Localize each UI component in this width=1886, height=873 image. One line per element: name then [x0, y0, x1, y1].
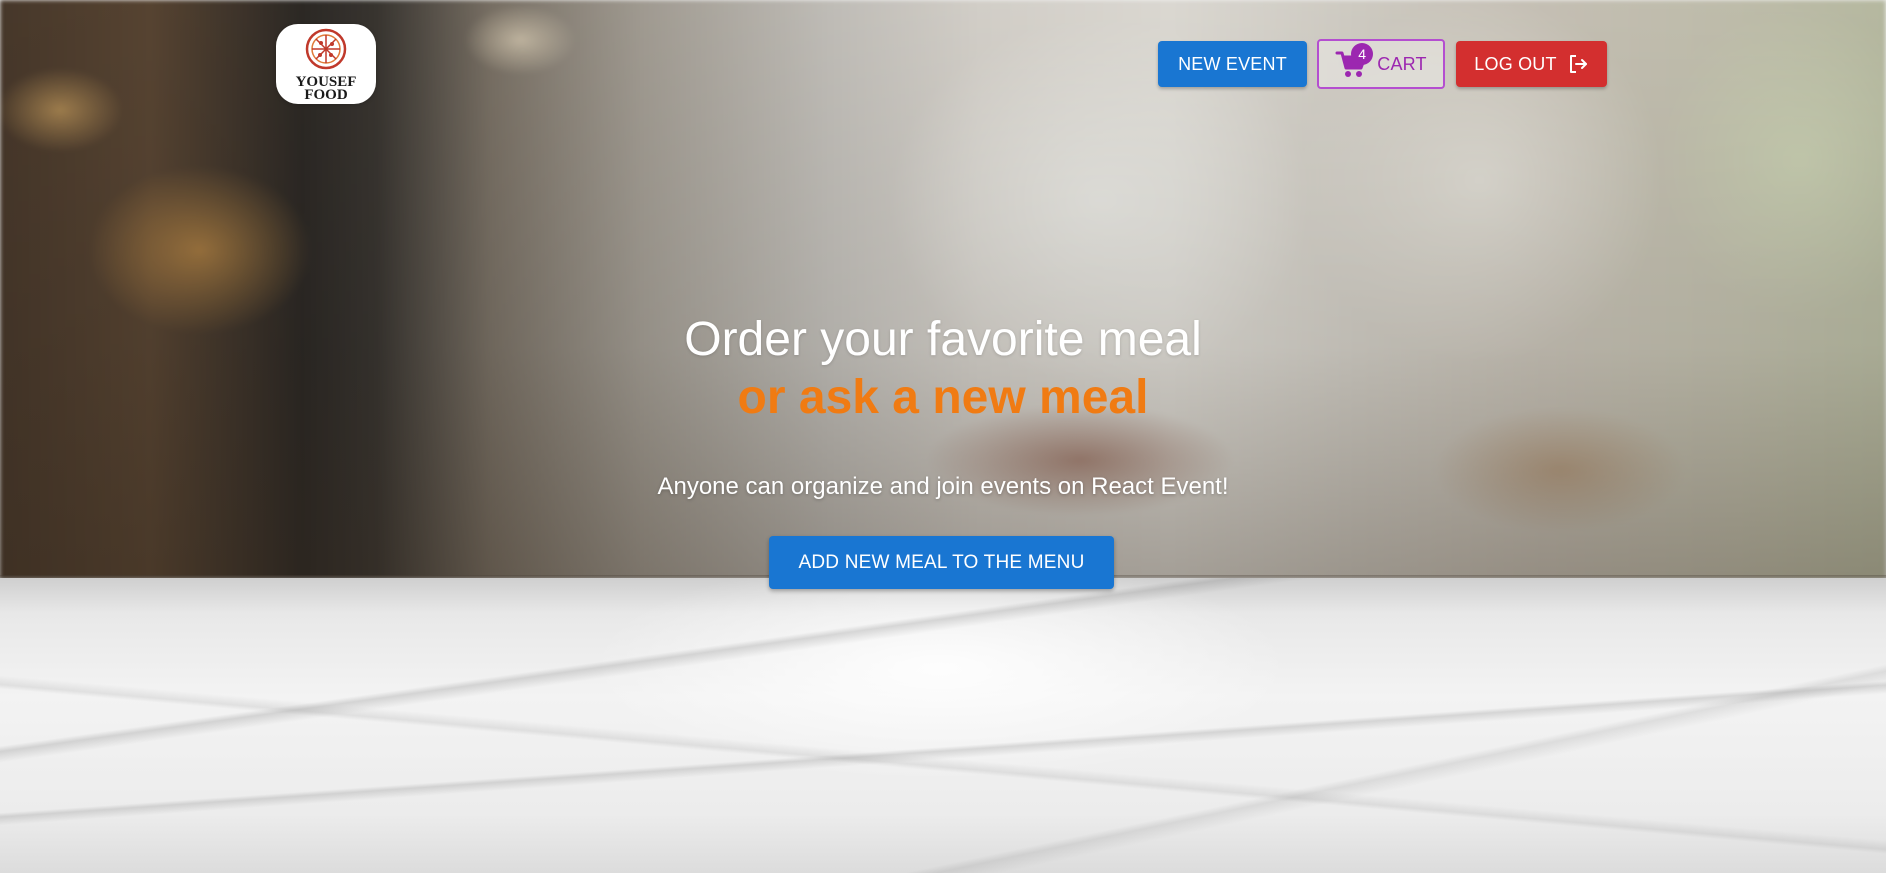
brand-logo[interactable]: YOUSEF FOOD [276, 24, 376, 104]
logout-icon [1567, 53, 1589, 75]
logo-line2: FOOD [304, 87, 348, 103]
logo-text: YOUSEF FOOD [296, 75, 357, 103]
new-event-label: NEW EVENT [1178, 53, 1287, 74]
hero-title-accent: or ask a new meal [737, 371, 1149, 424]
hero-title: Order your favorite meal [684, 313, 1202, 366]
pizza-icon [302, 28, 350, 75]
hero-subtitle: Anyone can organize and join events on R… [657, 473, 1229, 500]
add-new-meal-button[interactable]: ADD NEW MEAL TO THE MENU [769, 536, 1114, 589]
cart-count-badge: 4 [1351, 43, 1374, 65]
home-page: YOUSEF FOOD NEW EVENT 4 CART LOG OUT Ord… [0, 0, 1886, 873]
add-new-meal-label: ADD NEW MEAL TO THE MENU [798, 551, 1085, 573]
cart-icon-wrap: 4 [1335, 43, 1374, 79]
marble-counter-background [0, 578, 1886, 873]
shopping-cart-icon [1335, 51, 1367, 83]
new-event-button[interactable]: NEW EVENT [1158, 41, 1307, 87]
logout-label: LOG OUT [1474, 53, 1557, 74]
cart-label: CART [1377, 53, 1427, 74]
logout-button[interactable]: LOG OUT [1456, 41, 1607, 87]
cart-button[interactable]: 4 CART [1317, 39, 1445, 89]
